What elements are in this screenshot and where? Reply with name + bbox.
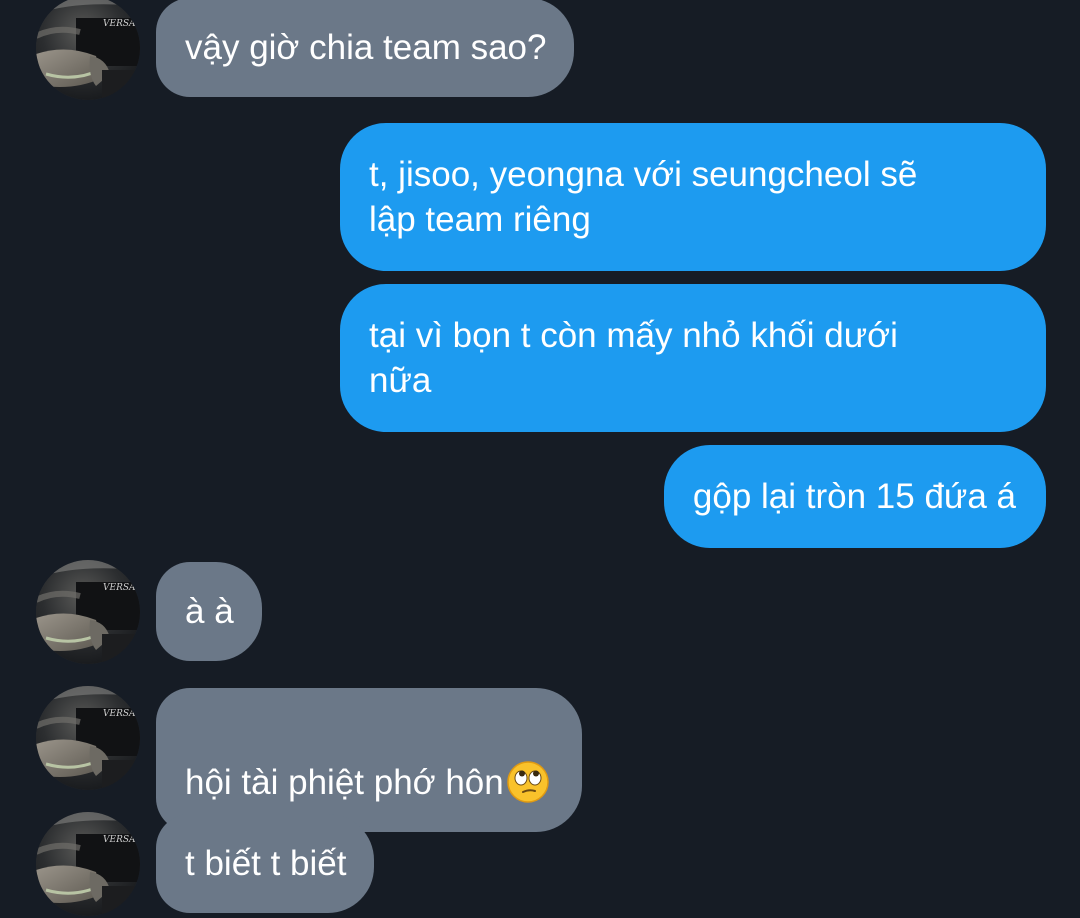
avatar-watermark: VERSACE — [103, 709, 140, 719]
avatar-image: VERSACE — [36, 812, 140, 916]
contact-avatar[interactable]: VERSACE — [36, 560, 140, 664]
message-bubble-incoming[interactable]: t biết t biết — [156, 814, 375, 913]
message-bubble-incoming[interactable]: à à — [156, 562, 262, 661]
message-bubble-incoming[interactable]: hội tài phiệt phớ hôn — [156, 688, 582, 832]
avatar-image: VERSACE — [36, 686, 140, 790]
message-bubble-incoming[interactable]: vậy giờ chia team sao? — [156, 0, 575, 97]
message-bubble-outgoing[interactable]: t, jisoo, yeongna với seungcheol sẽ lập … — [340, 123, 1046, 271]
avatar-watermark: VERSACE — [103, 583, 140, 593]
avatar-watermark: VERSACE — [103, 835, 140, 845]
message-bubble-outgoing[interactable]: tại vì bọn t còn mấy nhỏ khối dưới nữa — [340, 284, 1046, 432]
message-bubble-outgoing[interactable]: gộp lại tròn 15 đứa á — [663, 445, 1046, 548]
contact-avatar[interactable]: VERSACE — [36, 686, 140, 790]
avatar-image: VERSACE — [36, 560, 140, 664]
message-text: hội tài phiệt phớ hôn — [185, 763, 504, 802]
face-with-rolling-eyes-icon — [507, 761, 549, 803]
contact-avatar[interactable]: VERSACE — [36, 0, 140, 100]
avatar-image: VERSACE — [36, 0, 140, 100]
contact-avatar[interactable]: VERSACE — [36, 812, 140, 916]
avatar-watermark: VERSACE — [103, 19, 140, 29]
